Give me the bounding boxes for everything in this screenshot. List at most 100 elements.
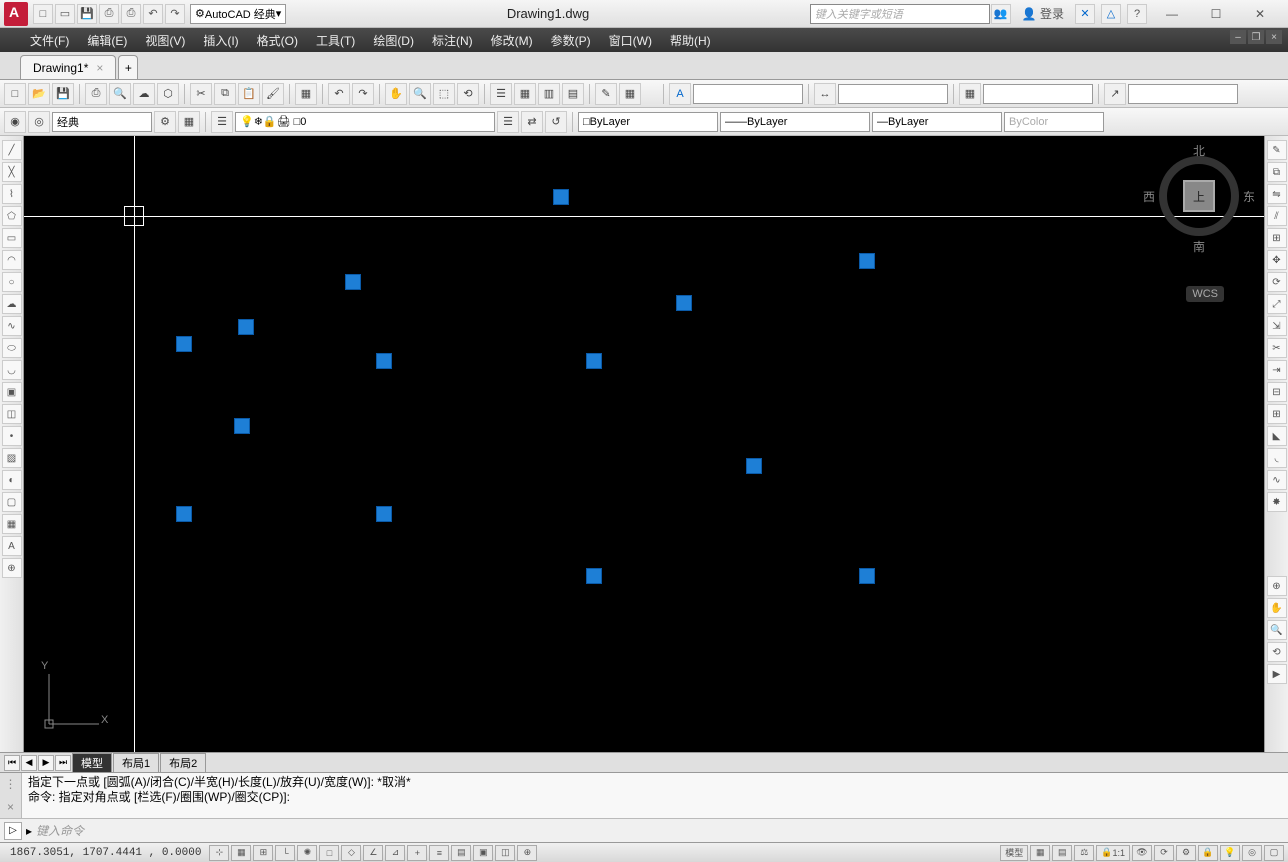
sb-cleanscreen-icon[interactable]: ▢ [1264, 845, 1284, 861]
zoomwin-icon[interactable]: ⬚ [433, 83, 455, 105]
fillet-icon[interactable]: ◟ [1267, 448, 1287, 468]
menu-insert[interactable]: 插入(I) [203, 32, 238, 49]
arc-icon[interactable]: ◠ [2, 250, 22, 270]
insertblock-icon[interactable]: ▣ [2, 382, 22, 402]
layout-first-icon[interactable]: ⏮ [4, 755, 20, 771]
textstyle-btn[interactable]: A [669, 83, 691, 105]
new-icon[interactable]: □ [4, 83, 26, 105]
grip[interactable] [676, 295, 692, 311]
plot-icon[interactable]: ⎙ [85, 83, 107, 105]
login-button[interactable]: 👤 登录 [1016, 5, 1070, 22]
dimstyle-select[interactable] [838, 84, 948, 104]
app-logo[interactable] [4, 2, 28, 26]
help-icon[interactable]: ? [1127, 4, 1147, 24]
mdi-close-icon[interactable]: × [1266, 30, 1282, 44]
point-icon[interactable]: • [2, 426, 22, 446]
doctab-close-icon[interactable]: × [96, 61, 103, 75]
sb-hardware-accel-icon[interactable]: 💡 [1220, 845, 1240, 861]
navbar-orbit-icon[interactable]: ⟲ [1267, 642, 1287, 662]
mdi-restore-icon[interactable]: ❐ [1248, 30, 1264, 44]
sb-otrack-icon[interactable]: ∠ [363, 845, 383, 861]
menu-modify[interactable]: 修改(M) [491, 32, 533, 49]
close-button[interactable]: ✕ [1240, 4, 1280, 24]
grip[interactable] [859, 568, 875, 584]
navbar-showmotion-icon[interactable]: ▶ [1267, 664, 1287, 684]
cmd-prompt-icon[interactable]: ▷ [4, 822, 22, 840]
doctab-drawing1[interactable]: Drawing1* × [20, 55, 116, 79]
menu-edit[interactable]: 编辑(E) [87, 32, 127, 49]
region-icon[interactable]: ▢ [2, 492, 22, 512]
linetype-select[interactable]: —— ByLayer [720, 112, 870, 132]
blockeditor-icon[interactable]: ▦ [295, 83, 317, 105]
ellipsearc-icon[interactable]: ◡ [2, 360, 22, 380]
ellipse-icon[interactable]: ⬭ [2, 338, 22, 358]
navbar-pan-icon[interactable]: ✋ [1267, 598, 1287, 618]
layout-tab-2[interactable]: 布局2 [160, 753, 206, 772]
properties-icon[interactable]: ☰ [490, 83, 512, 105]
navbar-zoom-icon[interactable]: 🔍 [1267, 620, 1287, 640]
sb-polar-icon[interactable]: ✺ [297, 845, 317, 861]
wcs-badge[interactable]: WCS [1186, 286, 1224, 302]
dimstyle-icon[interactable]: ↔ [814, 83, 836, 105]
mdi-minimize-icon[interactable]: – [1230, 30, 1246, 44]
preview-icon[interactable]: 🔍 [109, 83, 131, 105]
grip[interactable] [176, 506, 192, 522]
offset-icon[interactable]: ⫽ [1267, 206, 1287, 226]
grip[interactable] [586, 353, 602, 369]
layerprev-icon[interactable]: ↺ [545, 111, 567, 133]
makeblock-icon[interactable]: ◫ [2, 404, 22, 424]
sb-lwt-icon[interactable]: ≡ [429, 845, 449, 861]
explode-icon[interactable]: ✸ [1267, 492, 1287, 512]
viewcube[interactable]: 上 北 南 西 东 [1149, 146, 1249, 246]
grip[interactable] [234, 418, 250, 434]
sb-quickview-dwg-icon[interactable]: ▤ [1052, 845, 1072, 861]
search-input[interactable]: 键入关键字或短语 [810, 4, 990, 24]
trim-icon[interactable]: ✂ [1267, 338, 1287, 358]
matchprop-icon[interactable]: 🖌 [262, 83, 284, 105]
gradient-icon[interactable]: ◐ [2, 470, 22, 490]
cmd-handle[interactable]: ⋮× [0, 773, 22, 818]
infocenter-icon[interactable]: 👥 [991, 4, 1011, 24]
revcloud-icon[interactable]: ☁ [2, 294, 22, 314]
copy-icon[interactable]: ⧉ [214, 83, 236, 105]
sb-snap-icon[interactable]: ▦ [231, 845, 251, 861]
qat-open-icon[interactable]: ▭ [55, 4, 75, 24]
grip[interactable] [553, 189, 569, 205]
qat-save-icon[interactable]: 💾 [77, 4, 97, 24]
mirror-icon[interactable]: ⇋ [1267, 184, 1287, 204]
mleaderstyle-select[interactable] [1128, 84, 1238, 104]
sb-scale[interactable]: 🔒 1:1 [1096, 845, 1130, 861]
ws-icon[interactable]: ◉ [4, 111, 26, 133]
redo-icon[interactable]: ↷ [352, 83, 374, 105]
scale-icon[interactable]: ⤢ [1267, 294, 1287, 314]
sb-grid-icon[interactable]: ⊞ [253, 845, 273, 861]
quickcalc-icon[interactable]: ▦ [619, 83, 641, 105]
sb-annoscale-icon[interactable]: ⚖ [1074, 845, 1094, 861]
workspace-select[interactable]: ⚙ AutoCAD 经典 ▾ [190, 4, 286, 24]
publish-icon[interactable]: ☁ [133, 83, 155, 105]
status-coords[interactable]: 1867.3051, 1707.4441 , 0.0000 [4, 847, 207, 859]
paste-icon[interactable]: 📋 [238, 83, 260, 105]
maximize-button[interactable]: ☐ [1196, 4, 1236, 24]
autodesk-icon[interactable]: △ [1101, 4, 1121, 24]
layout-last-icon[interactable]: ⏭ [55, 755, 71, 771]
menu-help[interactable]: 帮助(H) [670, 32, 711, 49]
sb-infer-icon[interactable]: ⊹ [209, 845, 229, 861]
layout-prev-icon[interactable]: ◀ [21, 755, 37, 771]
layout-next-icon[interactable]: ▶ [38, 755, 54, 771]
grip[interactable] [586, 568, 602, 584]
drawing-canvas[interactable]: Y X 上 北 南 西 东 WCS [24, 136, 1264, 752]
plotstyle-select[interactable]: ByColor [1004, 112, 1104, 132]
spline-icon[interactable]: ∿ [2, 316, 22, 336]
markup-icon[interactable]: ✎ [595, 83, 617, 105]
mtext-icon[interactable]: A [2, 536, 22, 556]
grip[interactable] [345, 274, 361, 290]
grip[interactable] [376, 506, 392, 522]
blend-icon[interactable]: ∿ [1267, 470, 1287, 490]
sb-annovisibility-icon[interactable]: 👁 [1132, 845, 1152, 861]
menu-file[interactable]: 文件(F) [30, 32, 69, 49]
layerstate-icon[interactable]: ☰ [497, 111, 519, 133]
ws-icon2[interactable]: ◎ [28, 111, 50, 133]
sb-osnap-icon[interactable]: □ [319, 845, 339, 861]
erase-icon[interactable]: ✎ [1267, 140, 1287, 160]
